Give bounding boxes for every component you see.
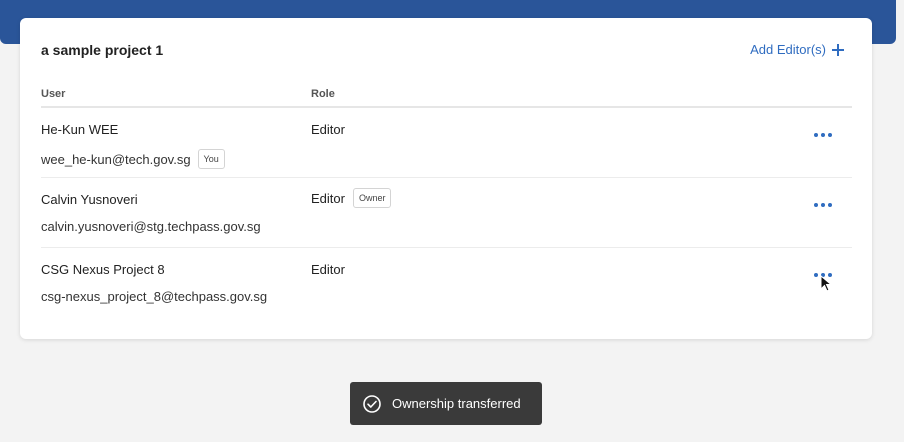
more-options-icon	[814, 203, 818, 207]
role-wrap: Editor Owner	[311, 188, 392, 208]
more-options-icon	[821, 203, 825, 207]
more-options-icon	[828, 203, 832, 207]
more-options-button[interactable]	[814, 130, 832, 140]
table-row: CSG Nexus Project 8 csg-nexus_project_8@…	[41, 248, 852, 318]
column-header-user: User	[41, 88, 66, 100]
you-badge: You	[197, 149, 225, 169]
user-name: CSG Nexus Project 8	[41, 262, 165, 277]
column-header-role: Role	[311, 88, 335, 100]
email-line: csg-nexus_project_8@techpass.gov.sg	[41, 289, 311, 304]
role-cell: Editor Owner	[311, 178, 611, 247]
role-text: Editor	[311, 190, 345, 206]
add-editor-label: Add Editor(s)	[750, 42, 826, 57]
more-options-button[interactable]	[814, 200, 832, 210]
editors-table: User Role He-Kun WEE wee_he-kun@tech.gov…	[41, 88, 852, 318]
mouse-cursor-icon	[820, 275, 833, 292]
more-options-icon	[821, 133, 825, 137]
role-text: Editor	[311, 262, 345, 277]
table-header: User Role	[41, 88, 852, 108]
table-row: He-Kun WEE wee_he-kun@tech.gov.sg You Ed…	[41, 108, 852, 178]
user-name: He-Kun WEE	[41, 122, 119, 137]
table-row: Calvin Yusnoveri calvin.yusnoveri@stg.te…	[41, 178, 852, 248]
email-line: calvin.yusnoveri@stg.techpass.gov.sg	[41, 219, 311, 234]
project-editors-card: a sample project 1 Add Editor(s) User Ro…	[20, 18, 872, 339]
user-email: csg-nexus_project_8@techpass.gov.sg	[41, 289, 268, 304]
toast-message: Ownership transferred	[392, 396, 521, 411]
user-cell: He-Kun WEE wee_he-kun@tech.gov.sg You	[41, 108, 311, 177]
user-cell: CSG Nexus Project 8 csg-nexus_project_8@…	[41, 248, 311, 318]
toast-notification: Ownership transferred	[350, 382, 542, 425]
user-name: Calvin Yusnoveri	[41, 192, 138, 207]
owner-badge: Owner	[352, 188, 392, 208]
role-cell: Editor	[311, 248, 611, 318]
user-email: calvin.yusnoveri@stg.techpass.gov.sg	[41, 219, 261, 234]
plus-icon	[832, 43, 844, 56]
role-text: Editor	[311, 122, 345, 137]
more-options-icon	[828, 133, 832, 137]
role-cell: Editor	[311, 108, 611, 177]
add-editor-button[interactable]: Add Editor(s)	[750, 42, 844, 57]
check-circle-icon	[363, 394, 381, 413]
project-title: a sample project 1	[41, 42, 164, 58]
more-options-icon	[814, 133, 818, 137]
user-email: wee_he-kun@tech.gov.sg	[41, 151, 191, 167]
email-line: wee_he-kun@tech.gov.sg You	[41, 149, 311, 169]
more-options-icon	[814, 273, 818, 277]
user-cell: Calvin Yusnoveri calvin.yusnoveri@stg.te…	[41, 178, 311, 247]
